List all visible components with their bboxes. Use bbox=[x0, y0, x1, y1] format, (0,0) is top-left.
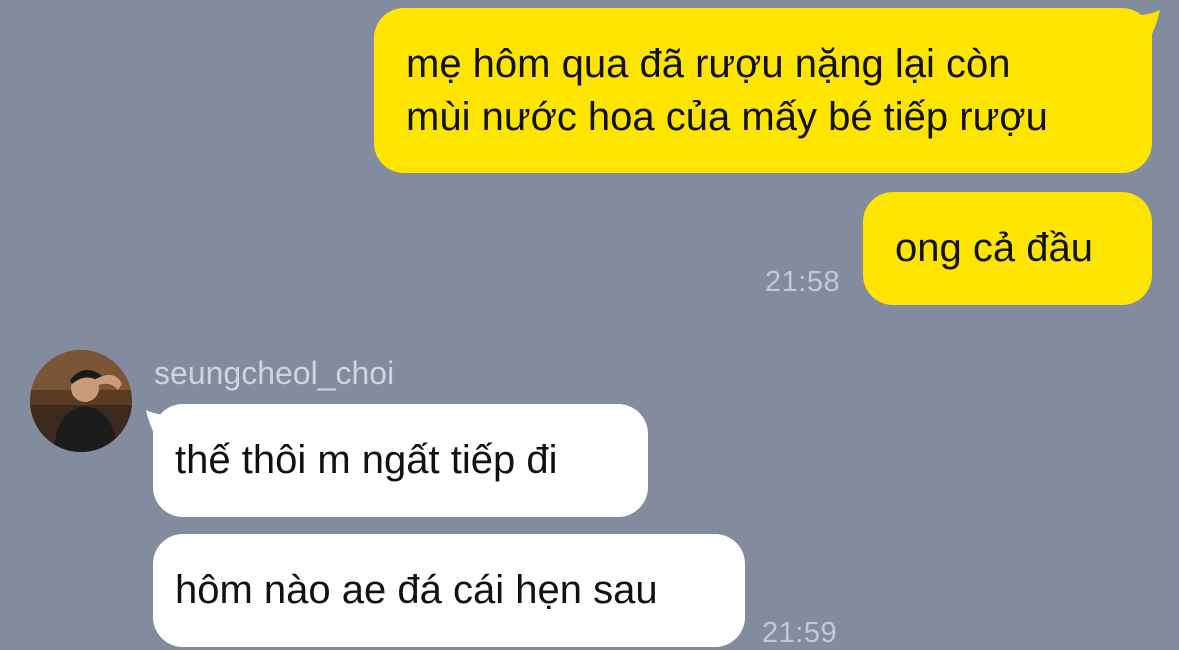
message-text-line: mẹ hôm qua đã rượu nặng lại còn bbox=[406, 42, 1011, 86]
message-timestamp: 21:58 bbox=[765, 266, 841, 298]
message-text: hôm nào ae đá cái hẹn sau bbox=[175, 568, 658, 612]
message-timestamp: 21:59 bbox=[762, 617, 838, 649]
incoming-message-bubble[interactable]: hôm nào ae đá cái hẹn sau bbox=[153, 534, 745, 647]
user-avatar-photo-icon bbox=[30, 350, 132, 452]
message-text: ong cả đầu bbox=[895, 226, 1093, 270]
outgoing-message-bubble[interactable]: mẹ hôm qua đã rượu nặng lại còn mùi nước… bbox=[374, 8, 1152, 173]
contact-avatar[interactable] bbox=[30, 350, 132, 452]
message-text-line: mùi nước hoa của mấy bé tiếp rượu bbox=[406, 95, 1048, 139]
outgoing-message-bubble[interactable]: ong cả đầu bbox=[863, 192, 1152, 305]
incoming-message-bubble[interactable]: thế thôi m ngất tiếp đi bbox=[153, 404, 648, 517]
message-text: thế thôi m ngất tiếp đi bbox=[175, 438, 558, 482]
contact-name: seungcheol_choi bbox=[154, 355, 395, 391]
